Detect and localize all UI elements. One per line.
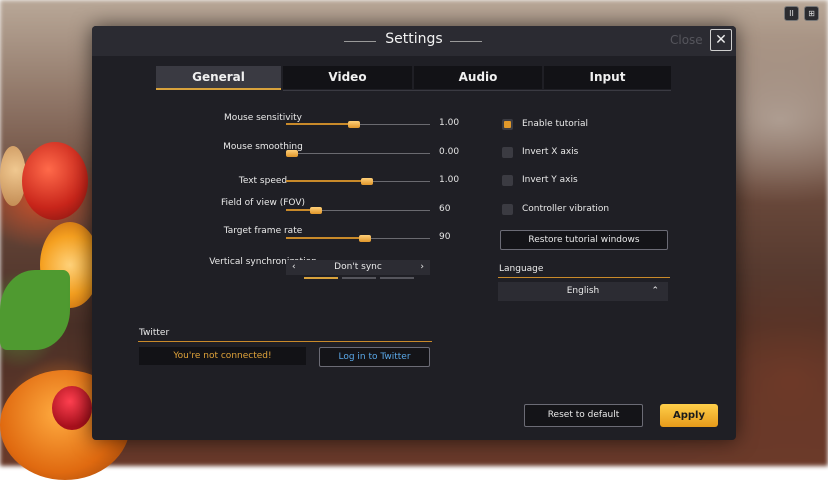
pause-icon[interactable]: II xyxy=(784,6,799,21)
slider-label-mouse-smoothing: Mouse smoothing xyxy=(223,142,303,152)
restore-tutorial-button[interactable]: Restore tutorial windows xyxy=(500,230,668,250)
slider-fill xyxy=(286,209,312,211)
vsync-option-indicator xyxy=(304,277,338,279)
slider-handle-fov[interactable] xyxy=(309,207,322,214)
enable-tutorial-label: Enable tutorial xyxy=(522,119,589,129)
slider-value: 90 xyxy=(439,232,451,242)
language-rule xyxy=(498,277,670,278)
apply-button[interactable]: Apply xyxy=(660,404,718,427)
bg-strawberry xyxy=(52,386,92,430)
slider-handle-frame-rate[interactable] xyxy=(358,235,371,242)
invert-x-checkbox[interactable] xyxy=(502,147,513,158)
close-button[interactable]: ✕ xyxy=(710,29,732,51)
tab-divider xyxy=(283,90,671,91)
tab-input[interactable]: Input xyxy=(544,66,671,89)
language-dropdown[interactable]: English ⌃ xyxy=(498,282,668,301)
reset-default-button[interactable]: Reset to default xyxy=(524,404,643,427)
vsync-option-indicator xyxy=(380,277,414,279)
slider-handle-mouse-sensitivity[interactable] xyxy=(348,121,361,128)
slider-handle-mouse-smoothing[interactable] xyxy=(286,150,298,157)
slider-fill xyxy=(286,123,354,125)
chevron-right-icon[interactable]: › xyxy=(420,260,424,275)
invert-y-label: Invert Y axis xyxy=(522,175,578,185)
controller-vibration-label: Controller vibration xyxy=(522,204,610,214)
tab-video[interactable]: Video xyxy=(283,66,412,89)
twitter-status: You're not connected! xyxy=(139,347,306,365)
language-value: English xyxy=(566,286,600,296)
slider-label-fov: Field of view (FOV) xyxy=(220,198,306,208)
dialog-title: Settings xyxy=(385,31,443,47)
settings-dialog: Settings Close ✕ General Video Audio Inp… xyxy=(92,26,736,440)
slider-track[interactable] xyxy=(286,153,430,154)
invert-x-label: Invert X axis xyxy=(522,147,579,157)
vsync-option-indicator xyxy=(342,277,376,279)
slider-label-frame-rate: Target frame rate xyxy=(223,226,303,236)
slider-handle-text-speed[interactable] xyxy=(361,178,374,185)
enable-tutorial-checkbox[interactable] xyxy=(502,119,513,130)
language-heading: Language xyxy=(499,264,544,274)
invert-y-checkbox[interactable] xyxy=(502,175,513,186)
title-bar: Settings Close ✕ xyxy=(92,26,736,56)
close-label: Close xyxy=(670,33,703,47)
slider-value: 60 xyxy=(439,204,451,214)
grid-icon[interactable]: ⊞ xyxy=(804,6,819,21)
controller-vibration-checkbox[interactable] xyxy=(502,204,513,215)
bg-tomato xyxy=(22,142,88,220)
twitter-login-button[interactable]: Log in to Twitter xyxy=(319,347,430,367)
slider-value: 1.00 xyxy=(439,118,460,128)
slider-value: 0.00 xyxy=(439,147,460,157)
slider-value: 1.00 xyxy=(439,175,460,185)
chevron-up-icon: ⌃ xyxy=(651,286,659,296)
tab-audio[interactable]: Audio xyxy=(414,66,542,89)
slider-fill xyxy=(286,237,366,239)
slider-fill xyxy=(286,180,369,182)
twitter-rule xyxy=(138,341,432,342)
twitter-heading: Twitter xyxy=(139,328,170,338)
vsync-selector: ‹ Don't sync › xyxy=(286,260,430,275)
chevron-left-icon[interactable]: ‹ xyxy=(292,260,296,275)
tab-general[interactable]: General xyxy=(156,66,281,90)
title-deco-right xyxy=(450,41,482,42)
bg-leaf xyxy=(0,270,70,350)
vsync-value: Don't sync xyxy=(334,262,382,272)
